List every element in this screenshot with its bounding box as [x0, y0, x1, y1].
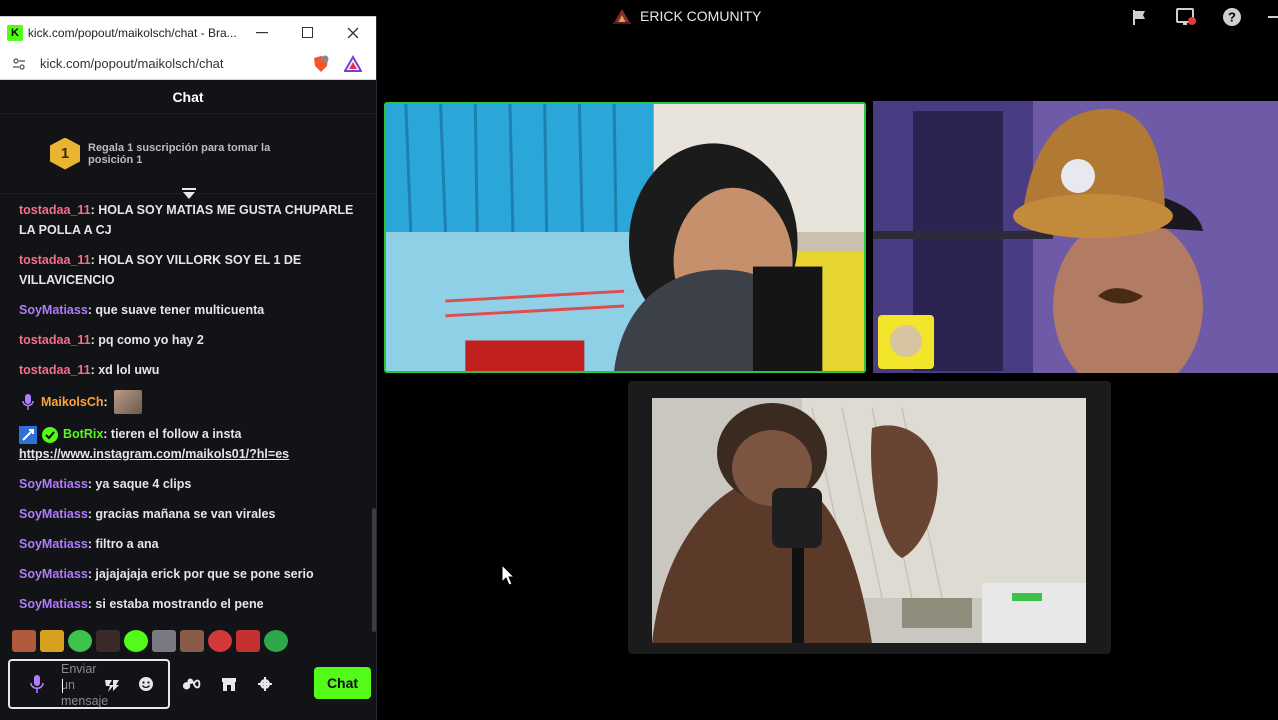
chat-message-text: pq como yo hay 2 [98, 333, 204, 347]
chat-username[interactable]: tostadaa_11 [19, 203, 91, 217]
chat-message-text: tieren el follow a insta [110, 427, 242, 441]
video-tile-erick[interactable] [384, 102, 866, 373]
address-bar: kick.com/popout/maikolsch/chat [0, 48, 376, 80]
chat-message-text: que suave tener multicuenta [95, 303, 265, 317]
chat-username[interactable]: tostadaa_11 [19, 253, 91, 267]
chat-message: tostadaa_11: HOLA SOY MATIAS ME GUSTA CH… [19, 203, 354, 237]
chat-username[interactable]: SoyMatiass [19, 477, 88, 491]
chat-username[interactable]: tostadaa_11 [19, 363, 91, 377]
video-tile-host[interactable] [652, 398, 1086, 643]
chat-input-row: Enviar un mensaje Chat [8, 659, 371, 709]
broadcaster-mic-badge-icon [19, 393, 37, 411]
chat-message-text: jajajajaja erick por que se pone serio [95, 567, 314, 581]
chat-message: BotRix: tieren el follow a insta https:/… [19, 424, 360, 464]
store-icon[interactable] [218, 675, 240, 693]
chat-username[interactable]: SoyMatiass [19, 303, 88, 317]
chat-scrollbar[interactable] [372, 508, 376, 632]
emote-2-icon[interactable] [40, 630, 64, 652]
call-toolbar: ? [1128, 6, 1278, 28]
emote-10-icon[interactable] [264, 630, 288, 652]
window-maximize-button[interactable] [285, 17, 331, 49]
chat-message: tostadaa_11: pq como yo hay 2 [19, 333, 204, 347]
emote-3-icon[interactable] [68, 630, 92, 652]
brave-rewards-icon[interactable] [344, 54, 362, 73]
emoji-icon[interactable] [138, 676, 154, 692]
video-feed-1 [386, 104, 864, 371]
emote-8-icon[interactable] [208, 630, 232, 652]
browser-popout-window: K kick.com/popout/maikolsch/chat - Bra..… [0, 16, 377, 720]
emote-4-icon[interactable] [96, 630, 120, 652]
chat-message: SoyMatiass: si estaba mostrando el pene [19, 597, 264, 611]
verified-badge-icon [41, 426, 59, 444]
chat-username[interactable]: SoyMatiass [19, 597, 88, 611]
call-title-text: ERICK COMUNITY [640, 8, 762, 24]
chat-message-text: xd lol uwu [98, 363, 160, 377]
text-caret [62, 679, 63, 693]
mouse-cursor-icon [501, 564, 515, 586]
emote-quick-bar [12, 630, 288, 652]
send-chat-button[interactable]: Chat [314, 667, 371, 699]
settings-gear-icon[interactable] [254, 675, 276, 693]
chat-message-text: si estaba mostrando el pene [95, 597, 264, 611]
chat-message-text: gracias mañana se van virales [95, 507, 276, 521]
chat-input[interactable]: Enviar un mensaje [8, 659, 170, 709]
help-icon[interactable]: ? [1220, 6, 1244, 28]
chat-header: Chat [0, 80, 376, 114]
emote-5-icon[interactable] [124, 630, 148, 652]
chat-message: tostadaa_11: HOLA SOY VILLORK SOY EL 1 D… [19, 253, 302, 287]
screen: ERICK COMUNITY ? K kick.com/popout/maiko… [0, 0, 1278, 720]
minimize-icon[interactable] [1266, 6, 1278, 28]
window-title: kick.com/popout/maikolsch/chat - Bra... [27, 25, 237, 40]
chat-username[interactable]: SoyMatiass [19, 507, 88, 521]
brave-shields-icon[interactable] [312, 55, 330, 73]
chat-link[interactable]: https://www.instagram.com/maikols01/?hl=… [19, 444, 360, 464]
mic-icon[interactable] [29, 675, 45, 693]
kick-emote-picker-icon[interactable] [104, 677, 120, 693]
chat-input-placeholder: Enviar un mensaje [61, 662, 109, 708]
url-text[interactable]: kick.com/popout/maikolsch/chat [40, 56, 312, 71]
window-minimize-button[interactable] [239, 17, 285, 49]
chat-message: tostadaa_11: xd lol uwu [19, 363, 160, 377]
chat-message: SoyMatiass: filtro a ana [19, 537, 159, 551]
channel-points-icon[interactable] [182, 675, 204, 693]
chat-message: SoyMatiass: ya saque 4 clips [19, 477, 192, 491]
chat-message: MaikolsCh: [19, 390, 360, 414]
site-settings-icon[interactable] [12, 57, 26, 71]
chat-message: SoyMatiass: gracias mañana se van virale… [19, 507, 276, 521]
video-feed-2 [873, 101, 1278, 373]
emote-9-icon[interactable] [236, 630, 260, 652]
chat-username[interactable]: SoyMatiass [19, 567, 88, 581]
chat-message: SoyMatiass: que suave tener multicuenta [19, 303, 265, 317]
flag-icon[interactable] [1128, 6, 1152, 28]
chat-username[interactable]: MaikolsCh [41, 392, 104, 412]
chat-username[interactable]: tostadaa_11 [19, 333, 91, 347]
chat-message-text: ya saque 4 clips [95, 477, 192, 491]
svg-text:?: ? [1228, 10, 1236, 25]
collapse-icon[interactable] [181, 187, 197, 201]
chat-emote-icon [113, 390, 142, 414]
call-title: ERICK COMUNITY [612, 7, 761, 25]
rank-badge-icon: 1 [50, 137, 80, 170]
gift-sub-text: Regala 1 suscripción para tomar la posic… [88, 141, 271, 166]
kick-favicon-icon: K [7, 24, 23, 41]
emote-1-icon[interactable] [12, 630, 36, 652]
gift-sub-banner[interactable]: 1 Regala 1 suscripción para tomar la pos… [0, 114, 376, 201]
chat-username[interactable]: BotRix [63, 427, 103, 441]
community-logo-icon [613, 9, 631, 24]
chat-message-text: filtro a ana [95, 537, 159, 551]
browser-titlebar: K kick.com/popout/maikolsch/chat - Bra..… [0, 16, 376, 48]
emote-6-icon[interactable] [152, 630, 176, 652]
chat-message: SoyMatiass: jajajajaja erick por que se … [19, 567, 314, 581]
chat-username[interactable]: SoyMatiass [19, 537, 88, 551]
bot-badge-icon [19, 425, 37, 444]
video-feed-3 [652, 398, 1086, 643]
chat-tools [182, 675, 276, 693]
screen-record-icon[interactable] [1174, 6, 1198, 28]
video-tile-guest[interactable] [873, 101, 1278, 373]
window-close-button[interactable] [330, 17, 376, 49]
chat-message-list: tostadaa_11: HOLA SOY MATIAS ME GUSTA CH… [0, 200, 370, 620]
emote-7-icon[interactable] [180, 630, 204, 652]
